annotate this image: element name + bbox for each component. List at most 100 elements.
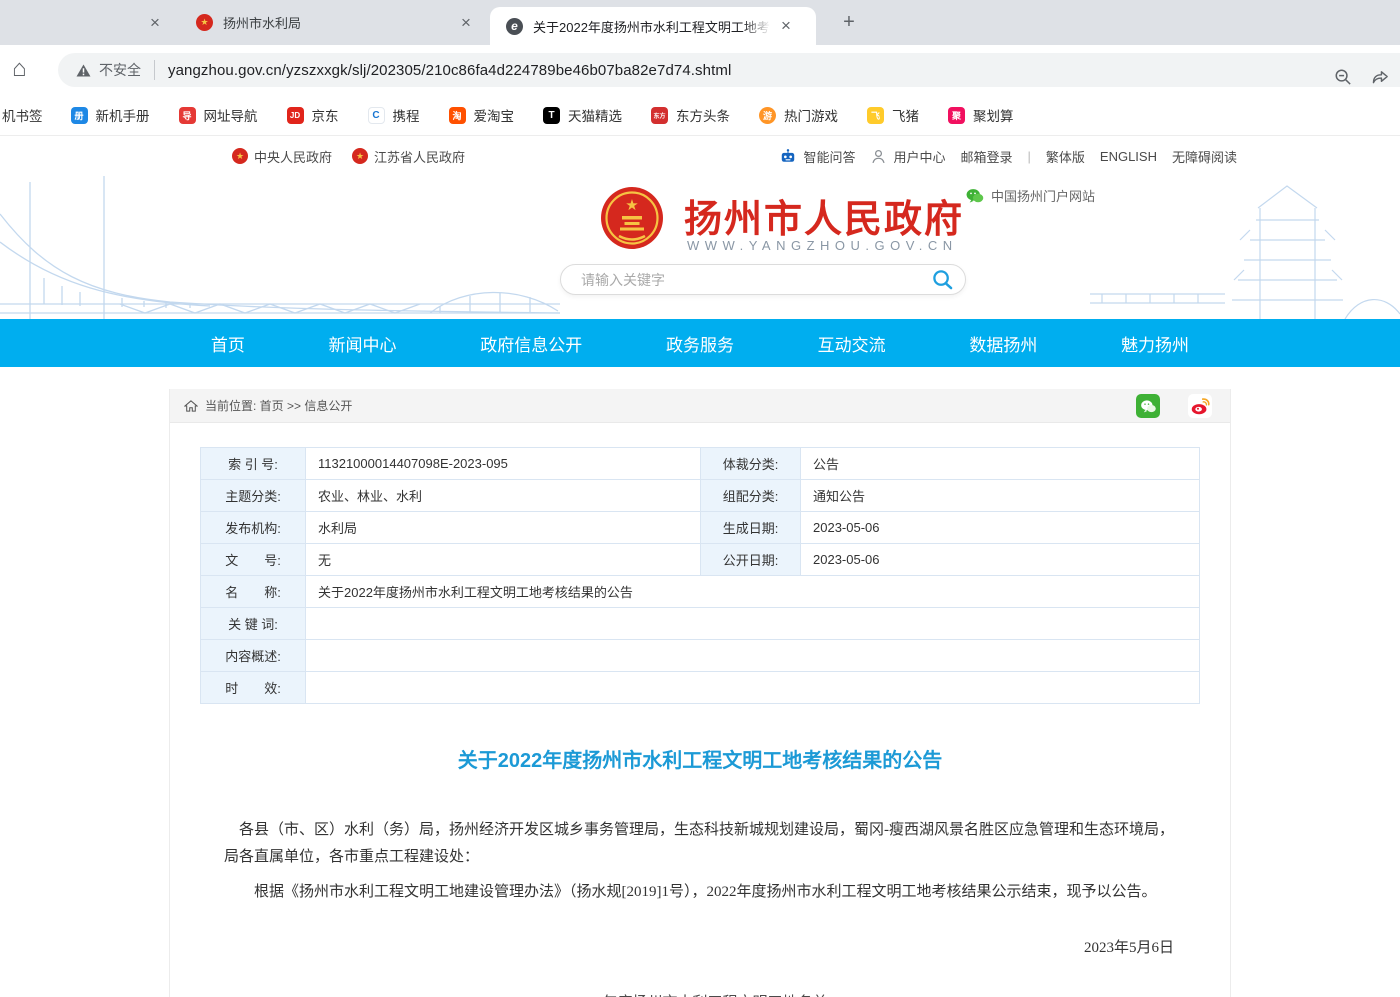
user-center-link[interactable]: 用户中心	[870, 147, 945, 166]
bookmark-item-aitaobao[interactable]: 淘 爱淘宝	[449, 105, 515, 125]
meta-label-validity: 时 效:	[201, 672, 306, 704]
util-label: 智能问答	[803, 147, 855, 166]
weibo-icon	[1189, 395, 1211, 417]
wechat-share-button[interactable]	[1136, 394, 1160, 418]
bookmark-item-ctrip[interactable]: C 携程	[368, 105, 420, 125]
site-name: 扬州市人民政府	[684, 188, 964, 243]
browser-toolbar: ⌂ 不安全 yangzhou.gov.cn/yzszxxgk/slj/20230…	[0, 45, 1400, 95]
share-icon[interactable]	[1371, 68, 1390, 87]
taobao-icon: 淘	[449, 107, 466, 124]
tab-announcement-active[interactable]: e 关于2022年度扬州市水利工程文明工地考 ×	[490, 7, 816, 45]
nav-item-news[interactable]: 新闻中心	[329, 331, 397, 356]
bookmark-item-feizhu[interactable]: 飞 飞猪	[867, 105, 919, 125]
table-row: 名 称: 关于2022年度扬州市水利工程文明工地考核结果的公告	[201, 576, 1200, 608]
gov-utility-bar: ★ 中央人民政府 ★ 江苏省人民政府 智能问答 用户中心 邮箱登录 | 繁体版 …	[0, 136, 1400, 176]
bookmark-item-juhuasuan[interactable]: 聚 聚划算	[948, 105, 1014, 125]
gov-link-label: 中央人民政府	[254, 147, 332, 166]
address-bar[interactable]: 不安全 yangzhou.gov.cn/yzszxxgk/slj/202305/…	[58, 53, 1400, 87]
mail-login-link[interactable]: 邮箱登录	[960, 147, 1012, 166]
article-paragraph-recipients: 各县（市、区）水利（务）局，扬州经济开发区城乡事务管理局，生态科技新城规划建设局…	[224, 817, 1176, 871]
new-tab-button[interactable]: +	[836, 10, 862, 36]
divider: |	[1028, 149, 1031, 164]
nav-item-services[interactable]: 政务服务	[666, 331, 734, 356]
divider	[154, 60, 155, 80]
tab-title: 关于2022年度扬州市水利工程文明工地考	[533, 17, 771, 36]
weibo-share-button[interactable]	[1188, 394, 1212, 418]
close-icon[interactable]: ×	[145, 13, 165, 33]
ctrip-icon: C	[368, 107, 385, 124]
main-nav: 首页 新闻中心 政府信息公开 政务服务 互动交流 数据扬州 魅力扬州	[0, 319, 1400, 367]
bookmark-item-dongfangtoutiao[interactable]: 东方 东方头条	[651, 105, 730, 125]
wangzhidaohang-icon: 导	[179, 107, 196, 124]
tmall-icon: T	[543, 107, 560, 124]
meta-label-agency: 发布机构:	[201, 512, 306, 544]
bookmark-label: 网址导航	[204, 105, 258, 125]
banner-art-right	[1090, 176, 1400, 319]
accessibility-link[interactable]: 无障碍阅读	[1172, 147, 1237, 166]
nav-item-home[interactable]: 首页	[211, 331, 245, 356]
article-body: 关于2022年度扬州市水利工程文明工地考核结果的公告 各县（市、区）水利（务）局…	[170, 744, 1230, 997]
not-secure-warning-icon	[76, 64, 91, 77]
meta-value-group: 通知公告	[801, 480, 1200, 512]
meta-label-published: 公开日期:	[701, 544, 801, 576]
bookmark-label: 携程	[393, 105, 420, 125]
table-row: 文 号: 无 公开日期: 2023-05-06	[201, 544, 1200, 576]
article-title: 关于2022年度扬州市水利工程文明工地考核结果的公告	[224, 744, 1176, 773]
nav-item-info-disclosure[interactable]: 政府信息公开	[480, 331, 582, 356]
security-status-label[interactable]: 不安全	[99, 60, 141, 80]
robot-icon	[779, 148, 797, 164]
tab-yangzhou-water-bureau[interactable]: ★ 扬州市水利局	[170, 0, 478, 45]
site-logo[interactable]: ★	[600, 186, 664, 250]
zoom-out-icon[interactable]	[1334, 68, 1353, 87]
masthead-banner: ★ 扬州市人民政府 WWW.YANGZHOU.GOV.CN 中国扬州门户网站	[0, 176, 1400, 319]
breadcrumb[interactable]: 当前位置: 首页 >> 信息公开	[205, 397, 352, 414]
english-link[interactable]: ENGLISH	[1100, 149, 1157, 164]
juhuasuan-icon: 聚	[948, 107, 965, 124]
close-icon[interactable]: ×	[456, 13, 476, 33]
nav-item-charm[interactable]: 魅力扬州	[1121, 331, 1189, 356]
gov-emblem-favicon-icon: ★	[196, 14, 213, 31]
bookmark-item-xinjishouce[interactable]: 册 新机手册	[71, 105, 150, 125]
home-button[interactable]: ⌂	[12, 55, 27, 83]
wechat-icon	[1140, 399, 1157, 414]
nav-item-interaction[interactable]: 互动交流	[818, 331, 886, 356]
meta-label-index: 索 引 号:	[201, 448, 306, 480]
bookmark-label: 天猫精选	[568, 105, 622, 125]
document-meta-table: 索 引 号: 11321000014407098E-2023-095 体裁分类:…	[200, 447, 1200, 704]
bookmark-label: 飞猪	[892, 105, 919, 125]
traditional-chinese-link[interactable]: 繁体版	[1046, 147, 1085, 166]
link-central-government[interactable]: ★ 中央人民政府	[232, 147, 332, 166]
meta-label-topic: 主题分类:	[201, 480, 306, 512]
site-url-text: WWW.YANGZHOU.GOV.CN	[687, 238, 958, 253]
fliggy-icon: 飞	[867, 107, 884, 124]
meta-label-keywords: 关 键 词:	[201, 608, 306, 640]
svg-text:★: ★	[625, 197, 638, 214]
search-input[interactable]	[581, 272, 932, 288]
link-jiangsu-government[interactable]: ★ 江苏省人民政府	[352, 147, 465, 166]
table-row: 时 效:	[201, 672, 1200, 704]
bookmark-label: 新机手册	[96, 105, 150, 125]
meta-value-created: 2023-05-06	[801, 512, 1200, 544]
smart-qa-link[interactable]: 智能问答	[779, 147, 855, 166]
url-text[interactable]: yangzhou.gov.cn/yzszxxgk/slj/202305/210c…	[168, 62, 731, 79]
article-paragraph-basis: 根据《扬州市水利工程文明工地建设管理办法》（扬水规[2019]1号），2022年…	[224, 879, 1176, 906]
games-icon: 游	[759, 107, 776, 124]
bookmark-label: 爱淘宝	[474, 105, 515, 125]
bookmark-item-tmall[interactable]: T 天猫精选	[543, 105, 622, 125]
meta-value-title: 关于2022年度扬州市水利工程文明工地考核结果的公告	[306, 576, 1200, 608]
table-row: 索 引 号: 11321000014407098E-2023-095 体裁分类:…	[201, 448, 1200, 480]
meta-value-docnum: 无	[306, 544, 701, 576]
bookmark-item-partial[interactable]: 机书签	[2, 105, 43, 125]
nav-item-data[interactable]: 数据扬州	[969, 331, 1037, 356]
bookmark-item-jd[interactable]: JD 京东	[287, 105, 339, 125]
article-date: 2023年5月6日	[224, 936, 1176, 957]
bookmark-label: 聚划算	[973, 105, 1014, 125]
close-icon[interactable]: ×	[776, 16, 796, 36]
bookmark-item-remenyouxi[interactable]: 游 热门游戏	[759, 105, 838, 125]
content-panel: 当前位置: 首页 >> 信息公开	[169, 389, 1231, 997]
meta-value-validity	[306, 672, 1200, 704]
search-button[interactable]	[932, 269, 953, 290]
meta-label-created: 生成日期:	[701, 512, 801, 544]
portal-link[interactable]: 中国扬州门户网站	[966, 186, 1095, 205]
bookmark-item-wangzhidaohang[interactable]: 导 网址导航	[179, 105, 258, 125]
